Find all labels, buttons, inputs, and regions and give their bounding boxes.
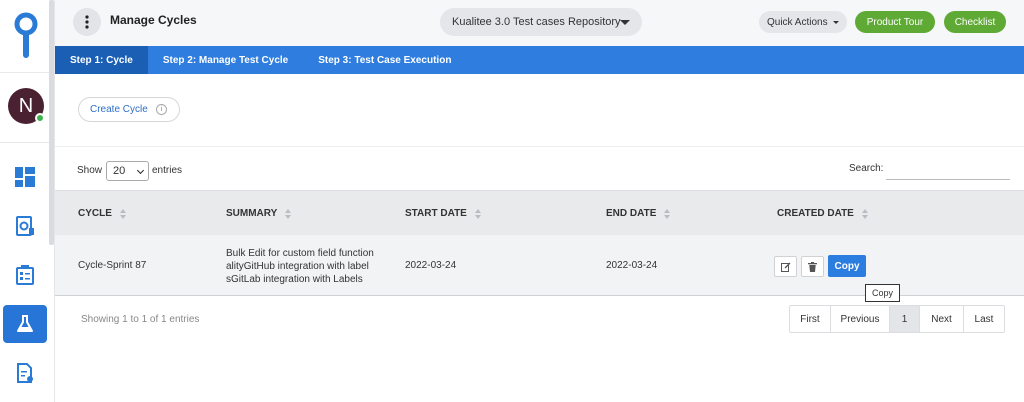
sidebar: N: [0, 0, 55, 402]
kualitee-logo-icon[interactable]: [12, 12, 40, 62]
quick-actions-label: Quick Actions: [767, 16, 828, 28]
create-cycle-label: Create Cycle: [90, 104, 148, 115]
sidebar-item-test-lab[interactable]: [3, 305, 47, 343]
table-info: Showing 1 to 1 of 1 entries: [81, 314, 200, 325]
more-menu-button[interactable]: [73, 8, 101, 36]
column-header-cycle[interactable]: CYCLE: [78, 208, 127, 219]
edit-icon: [780, 262, 790, 272]
summary-line: Bulk Edit for custom field function: [226, 248, 374, 259]
copy-button[interactable]: Copy: [828, 255, 866, 277]
pager-page-1[interactable]: 1: [890, 306, 920, 332]
repository-select[interactable]: Kualitee 3.0 Test cases Repository: [440, 8, 642, 36]
search-label: Search:: [849, 163, 884, 174]
sort-icon: [119, 208, 127, 219]
dashboard-icon: [14, 167, 35, 187]
tab-step-1-cycle[interactable]: Step 1: Cycle: [55, 46, 148, 74]
settings-doc-icon: [15, 216, 34, 236]
column-label: CREATED DATE: [777, 208, 854, 219]
repository-select-value: Kualitee 3.0 Test cases Repository: [452, 16, 621, 28]
tab-step-3-test-case-execution[interactable]: Step 3: Test Case Execution: [303, 46, 466, 74]
info-icon[interactable]: i: [156, 104, 167, 115]
sort-icon: [285, 208, 292, 219]
create-cycle-button[interactable]: Create Cycle i: [78, 97, 180, 122]
entries-length-value: 20: [113, 165, 126, 177]
column-header-created-date[interactable]: CREATED DATE: [777, 208, 869, 219]
column-header-start-date[interactable]: START DATE: [405, 208, 482, 219]
end-date-cell: 2022-03-24: [606, 260, 658, 271]
trash-icon: [808, 261, 817, 272]
sidebar-divider: [0, 72, 49, 73]
divider: [55, 146, 1024, 147]
pagination: First Previous 1 Next Last: [789, 305, 1005, 333]
sort-icon: [474, 208, 482, 219]
chevron-down-icon: [136, 166, 145, 175]
entries-label: entries: [152, 165, 183, 176]
pager-next[interactable]: Next: [920, 306, 964, 332]
steps-bar: Step 1: Cycle Step 2: Manage Test Cycle …: [55, 46, 1024, 74]
column-header-summary[interactable]: SUMMARY: [226, 208, 292, 219]
pager-previous[interactable]: Previous: [831, 306, 890, 332]
column-label: CYCLE: [78, 208, 112, 219]
main-content: Create Cycle i Show 20 entries Search: C…: [55, 74, 1024, 402]
summary-line: sGitLab integration with Labels: [226, 274, 363, 285]
copy-tooltip: Copy: [865, 284, 900, 302]
test-cases-icon: [15, 265, 34, 285]
edit-button[interactable]: [774, 256, 797, 277]
summary-line: alityGitHub integration with label: [226, 261, 369, 272]
report-icon: [16, 363, 33, 383]
pager-first[interactable]: First: [790, 306, 831, 332]
pager-last[interactable]: Last: [964, 306, 1004, 332]
quick-actions-button[interactable]: Quick Actions: [759, 11, 847, 33]
vertical-dots-icon: [85, 15, 89, 29]
caret-down-icon: [620, 20, 630, 25]
caret-down-icon: [833, 21, 839, 24]
show-label: Show: [77, 165, 103, 176]
table-header: CYCLE SUMMARY START DATE END DATE CREATE…: [55, 190, 1024, 235]
checklist-button[interactable]: Checklist: [944, 11, 1006, 33]
sidebar-item-requirements[interactable]: [0, 207, 49, 245]
product-tour-button[interactable]: Product Tour: [855, 11, 935, 33]
search-input[interactable]: [886, 160, 1010, 180]
column-label: START DATE: [405, 208, 467, 219]
entries-length-select[interactable]: 20: [106, 161, 149, 181]
delete-button[interactable]: [801, 256, 824, 277]
top-bar: Manage Cycles Kualitee 3.0 Test cases Re…: [55, 0, 1024, 46]
sidebar-item-test-cases[interactable]: [0, 256, 49, 294]
start-date-cell: 2022-03-24: [405, 260, 457, 271]
tab-step-2-manage-test-cycle[interactable]: Step 2: Manage Test Cycle: [148, 46, 303, 74]
sidebar-scrollbar[interactable]: [49, 0, 54, 245]
sidebar-item-dashboard[interactable]: [0, 158, 49, 196]
online-status-dot: [35, 113, 45, 123]
column-label: SUMMARY: [226, 208, 278, 219]
sidebar-divider: [0, 142, 49, 143]
column-header-end-date[interactable]: END DATE: [606, 208, 671, 219]
sidebar-item-reports[interactable]: [0, 354, 49, 392]
sort-icon: [861, 208, 869, 219]
summary-cell: Bulk Edit for custom field function alit…: [226, 247, 386, 286]
page-title: Manage Cycles: [110, 13, 197, 27]
column-label: END DATE: [606, 208, 657, 219]
flask-icon: [17, 315, 33, 332]
cycle-cell: Cycle-Sprint 87: [78, 260, 147, 271]
sort-icon: [664, 208, 671, 219]
